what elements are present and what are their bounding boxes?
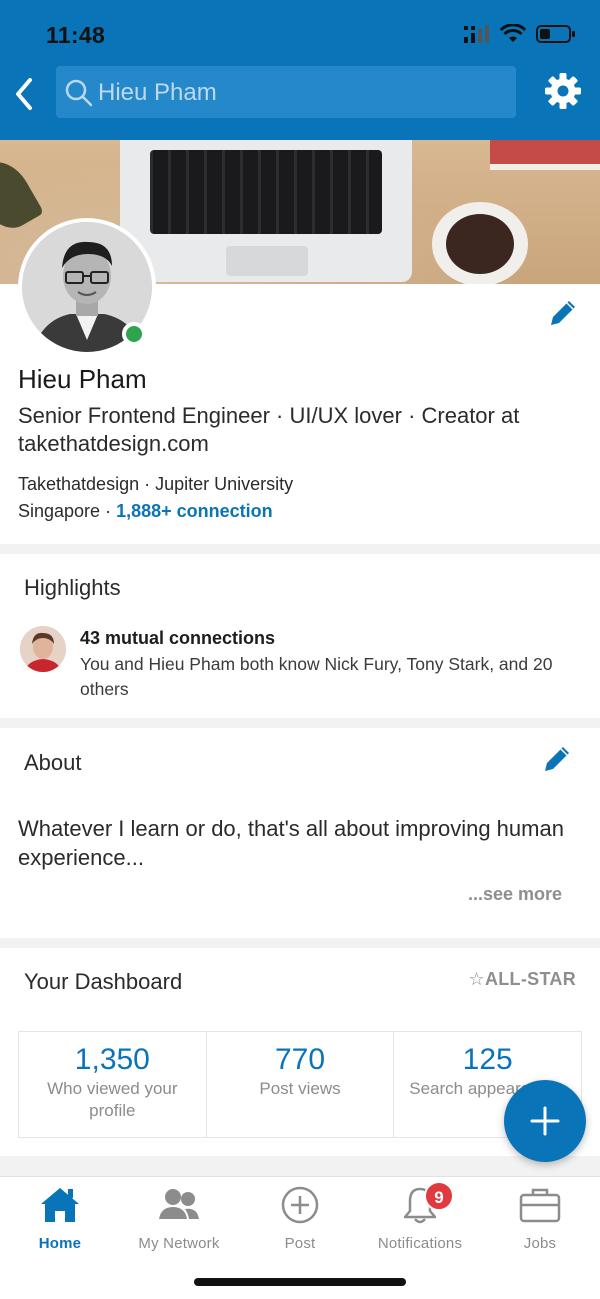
stat-post-views[interactable]: 770 Post views	[207, 1032, 395, 1137]
chevron-left-icon	[16, 78, 32, 110]
status-icons	[464, 24, 576, 44]
settings-button[interactable]	[544, 72, 582, 110]
tab-post[interactable]: Post	[240, 1185, 360, 1252]
mutual-avatar-photo	[20, 626, 66, 672]
battery-icon	[536, 25, 575, 43]
mutual-connections-count[interactable]: 43 mutual connections	[80, 628, 275, 649]
pencil-icon	[551, 301, 575, 325]
highlights-title: Highlights	[24, 575, 121, 600]
home-icon	[38, 1185, 82, 1225]
back-button[interactable]	[10, 74, 40, 114]
online-status-indicator	[122, 322, 146, 346]
wifi-icon	[500, 24, 526, 42]
add-circle-icon	[278, 1185, 322, 1225]
signal-icon	[464, 25, 489, 43]
stat-value: 770	[274, 1043, 326, 1076]
profile-company-education: Takethatdesign · Jupiter University	[18, 474, 294, 494]
cover-coffee	[446, 214, 514, 274]
home-indicator[interactable]	[194, 1278, 406, 1286]
dashboard-title: Your Dashboard	[24, 969, 183, 994]
bell-icon: 9	[398, 1181, 454, 1225]
profile-location-line: Singapore · 1,888+ connection	[18, 501, 273, 522]
tab-label: Post	[284, 1235, 316, 1252]
pencil-icon	[545, 747, 569, 771]
search-value: Hieu Pham	[98, 79, 217, 106]
create-post-fab[interactable]	[504, 1080, 586, 1162]
tab-label: Home	[38, 1235, 82, 1252]
search-icon	[65, 79, 93, 107]
profile-headline: Senior Frontend Engineer · UI/UX lover ·…	[18, 403, 520, 456]
cover-book	[490, 140, 600, 170]
tab-label: Jobs	[523, 1235, 557, 1252]
people-icon	[157, 1185, 201, 1225]
dashboard-stats: 1,350 Who viewed your profile 770 Post v…	[18, 1031, 582, 1138]
about-title: About	[24, 750, 82, 775]
status-bar: 11:48	[0, 0, 600, 62]
gear-icon	[545, 73, 581, 109]
mutual-connections-description: You and Hieu Pham both know Nick Fury, T…	[80, 654, 553, 699]
cover-trackpad	[226, 246, 308, 276]
profile-location: Singapore ·	[18, 501, 117, 521]
about-text: Whatever I learn or do, that's all about…	[18, 816, 564, 870]
edit-profile-button[interactable]	[546, 296, 580, 330]
tab-notifications[interactable]: 9 Notifications	[360, 1181, 480, 1252]
profile-name: Hieu Pham	[18, 364, 147, 394]
status-time: 11:48	[46, 22, 106, 48]
plus-icon	[530, 1106, 560, 1136]
stat-value: 1,350	[74, 1043, 150, 1076]
tab-home[interactable]: Home	[0, 1185, 120, 1252]
stat-label: Post views	[259, 1079, 341, 1098]
all-star-badge[interactable]: ☆ALL-STAR	[469, 969, 576, 990]
section-divider	[0, 544, 600, 554]
stat-label: Who viewed your profile	[47, 1079, 178, 1120]
tab-jobs[interactable]: Jobs	[480, 1185, 600, 1252]
section-divider	[0, 938, 600, 948]
section-divider	[0, 718, 600, 728]
search-input[interactable]: Hieu Pham	[56, 66, 516, 118]
see-more-link[interactable]: ...see more	[468, 884, 562, 905]
mutual-connection-avatar[interactable]	[20, 626, 66, 672]
cover-keyboard	[150, 150, 382, 234]
connections-link[interactable]: 1,888+ connection	[116, 501, 273, 521]
edit-about-button[interactable]	[540, 742, 574, 776]
tab-label: My Network	[138, 1235, 220, 1252]
top-nav-bar: Hieu Pham	[0, 62, 600, 140]
tab-my-network[interactable]: My Network	[119, 1185, 239, 1252]
cover-laptop	[120, 140, 412, 282]
stat-value: 125	[462, 1043, 513, 1076]
stat-profile-viewers[interactable]: 1,350 Who viewed your profile	[19, 1032, 207, 1137]
briefcase-icon	[518, 1185, 562, 1225]
cover-coffee-mug	[432, 202, 528, 284]
notification-badge: 9	[424, 1181, 454, 1211]
tab-label: Notifications	[377, 1235, 463, 1252]
